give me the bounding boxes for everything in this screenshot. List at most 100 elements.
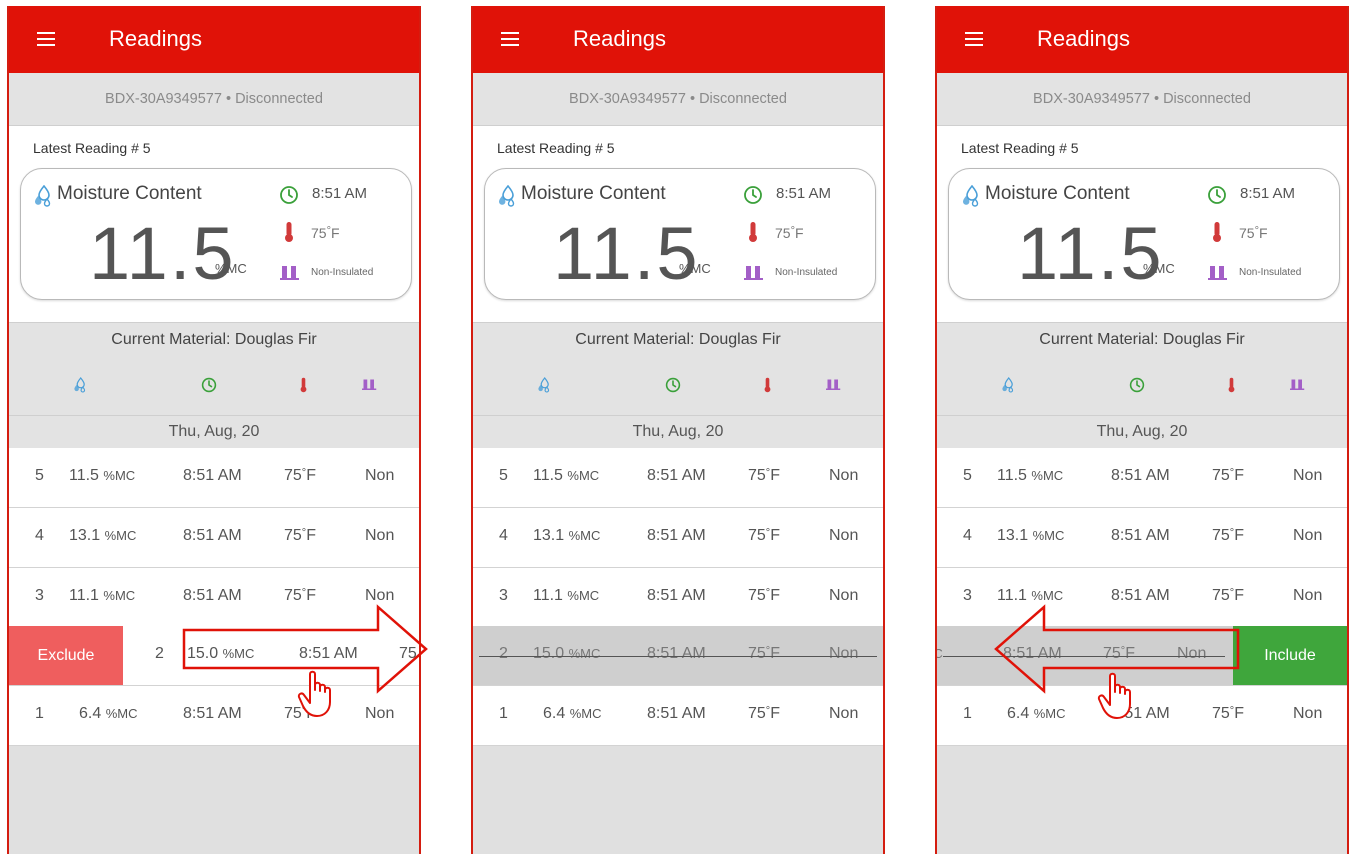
reading-value-number: 13.1: [533, 527, 565, 544]
reading-insulation: Non: [365, 467, 395, 484]
reading-unit: %MC: [1031, 588, 1064, 603]
reading-number: 3: [499, 587, 508, 604]
reading-value-number: 11.1: [997, 587, 1027, 604]
clock-icon[interactable]: [201, 377, 217, 393]
reading-value-number: 11.5: [533, 467, 563, 484]
reading-value-number: 11.5: [997, 467, 1027, 484]
reading-temp-value: 75: [1103, 645, 1121, 662]
reading-temp-unit: F: [306, 587, 316, 604]
latest-time: 8:51 AM: [1240, 185, 1296, 202]
reading-row-1[interactable]: 1 6.4 %MC 8:51 AM 75°F Non: [937, 686, 1347, 746]
reading-value-number: 6.4: [1007, 705, 1030, 722]
reading-row-2-swiping[interactable]: Exclude 2 15.0 %MC 8:51 AM 75: [9, 626, 419, 686]
reading-insulation: Non: [1293, 587, 1323, 604]
latest-temperature-unit: F: [330, 225, 340, 241]
reading-insulation: Non: [1177, 645, 1207, 662]
exclude-button[interactable]: Exclude: [9, 626, 123, 685]
reading-temp: 75°F: [284, 527, 316, 544]
reading-temp-unit: F: [1234, 587, 1244, 604]
reading-insulation: Non: [829, 527, 859, 544]
water-drops-icon: [538, 377, 550, 393]
reading-insulation: Non: [365, 705, 395, 722]
reading-row-2-swiping[interactable]: %MC 8:51 AM 75°F Non Include: [937, 626, 1347, 686]
reading-insulation: Non: [365, 527, 395, 544]
reading-temp-unit: F: [1234, 467, 1244, 484]
reading-temp-value: 75: [1212, 705, 1230, 722]
reading-unit: %MC: [567, 468, 600, 483]
menu-icon[interactable]: [501, 32, 519, 46]
reading-row-1[interactable]: 1 6.4 %MC 8:51 AM 75°F Non: [473, 686, 883, 746]
reading-value: 13.1 %MC: [533, 527, 600, 545]
reading-row-4[interactable]: 4 13.1 %MC 8:51 AM 75°F Non: [937, 508, 1347, 568]
reading-row-5[interactable]: 5 11.5 %MC 8:51 AM 75°F Non: [9, 448, 419, 508]
reading-unit: %MC: [1032, 528, 1065, 543]
reading-temp-value: 75: [284, 467, 302, 484]
reading-unit: %MC: [567, 588, 600, 603]
reading-number: 2: [155, 645, 164, 662]
reading-temp: 75°F: [748, 467, 780, 484]
menu-icon[interactable]: [965, 32, 983, 46]
clock-icon[interactable]: [665, 377, 681, 393]
reading-number: 3: [963, 587, 972, 604]
reading-row-5[interactable]: 5 11.5 %MC 8:51 AM 75°F Non: [937, 448, 1347, 508]
thermometer-icon[interactable]: [299, 377, 308, 393]
include-button[interactable]: Include: [1233, 626, 1347, 685]
reading-insulation: Non: [829, 467, 859, 484]
reading-value: 11.5 %MC: [533, 467, 599, 485]
reading-unit: %MC: [568, 646, 601, 661]
moisture-value: 11.5: [1017, 212, 1164, 295]
reading-value-number: 15.0: [187, 645, 219, 662]
reading-value-number: 13.1: [69, 527, 101, 544]
reading-number: 5: [35, 467, 44, 484]
reading-value-number: 11.1: [533, 587, 563, 604]
thermometer-icon[interactable]: [1227, 377, 1236, 393]
pins-icon[interactable]: [1290, 377, 1305, 391]
reading-temp-unit: F: [1125, 645, 1135, 662]
menu-icon[interactable]: [37, 32, 55, 46]
reading-time: 8:51 AM: [1111, 467, 1170, 484]
reading-temp-value: 75: [284, 587, 302, 604]
reading-row-4[interactable]: 4 13.1 %MC 8:51 AM 75°F Non: [9, 508, 419, 568]
reading-row-3[interactable]: 3 11.1 %MC 8:51 AM 75°F Non: [937, 568, 1347, 628]
reading-row-2-excluded[interactable]: 2 15.0 %MC 8:51 AM 75°F Non: [473, 626, 883, 686]
latest-reading-label: Latest Reading # 5: [33, 140, 151, 156]
reading-value-number: 11.5: [69, 467, 99, 484]
reading-time: 8:51 AM: [1111, 705, 1170, 722]
moisture-unit: %MC: [215, 261, 247, 276]
reading-temp-value: 75: [748, 705, 766, 722]
reading-temp-unit: F: [1234, 705, 1244, 722]
reading-row-3[interactable]: 3 11.1 %MC 8:51 AM 75°F Non: [9, 568, 419, 628]
reading-unit: %MC: [222, 646, 255, 661]
column-icon-bar: [937, 357, 1347, 415]
latest-reading-card: Moisture Content 11.5 %MC 8:51 AM 75°F N…: [948, 168, 1340, 300]
reading-value: 11.5 %MC: [997, 467, 1063, 485]
reading-row-5[interactable]: 5 11.5 %MC 8:51 AM 75°F Non: [473, 448, 883, 508]
current-material: Current Material: Douglas Fir: [937, 322, 1347, 358]
reading-temp-unit: F: [770, 645, 780, 662]
pins-icon[interactable]: [826, 377, 841, 391]
reading-row-3[interactable]: 3 11.1 %MC 8:51 AM 75°F Non: [473, 568, 883, 628]
reading-row-1[interactable]: 1 6.4 %MC 8:51 AM 75°F Non: [9, 686, 419, 746]
reading-temp: 75°F: [1103, 645, 1135, 662]
reading-number: 5: [963, 467, 972, 484]
app-title: Readings: [109, 26, 202, 51]
reading-time: 8:51 AM: [647, 645, 706, 662]
water-drops-icon: [74, 377, 86, 393]
reading-temp: 75°F: [748, 587, 780, 604]
reading-time: 8:51 AM: [1111, 527, 1170, 544]
app-bar: Readings: [473, 6, 883, 73]
reading-row-4[interactable]: 4 13.1 %MC 8:51 AM 75°F Non: [473, 508, 883, 568]
latest-reading-section: Latest Reading # 5 Moisture Content 11.5…: [473, 126, 883, 322]
reading-value-number: 6.4: [79, 705, 102, 722]
thermometer-icon[interactable]: [763, 377, 772, 393]
water-drops-icon: [1002, 377, 1014, 393]
app-bar: Readings: [937, 6, 1347, 73]
clock-icon: [1208, 186, 1226, 204]
app-title: Readings: [1037, 26, 1130, 51]
reading-insulation: Non: [365, 587, 395, 604]
pins-icon[interactable]: [362, 377, 377, 391]
pins-icon: [744, 266, 763, 280]
reading-temp-unit: F: [770, 587, 780, 604]
clock-icon[interactable]: [1129, 377, 1145, 393]
reading-temp: 75°F: [1212, 587, 1244, 604]
